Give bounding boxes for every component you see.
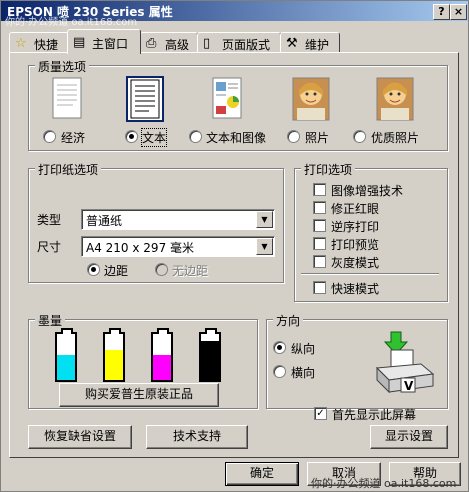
quality-economy-label: 经济	[61, 131, 86, 145]
landscape-radio[interactable]	[273, 365, 286, 378]
quality-group-title: 质量选项	[35, 58, 90, 75]
paper-options-title: 打印纸选项	[35, 161, 102, 178]
tab-shortcut[interactable]: ☆ 快捷	[9, 32, 69, 53]
quality-best-photo-label: 优质照片	[371, 131, 420, 145]
watermark-bottom: 你的·办公频道 oa.it168.com	[311, 477, 457, 490]
printer-portrait-icon: V	[371, 328, 437, 398]
best-photo-icon[interactable]	[375, 76, 415, 122]
star-icon: ☆	[15, 36, 27, 51]
orientation-group: 方向 纵向 横向 V	[266, 312, 448, 409]
fast-mode-label: 快速模式	[331, 282, 380, 296]
quality-text-image-radio[interactable]	[189, 130, 202, 143]
portrait-radio[interactable]	[273, 341, 286, 354]
ink-yellow-icon	[103, 328, 125, 382]
buy-genuine-button[interactable]: 购买爱普生原装正品	[59, 383, 219, 407]
reverse-order-checkbox[interactable]	[313, 219, 326, 232]
text-image-page-icon[interactable]	[207, 76, 247, 122]
reverse-order-label: 逆序打印	[331, 220, 380, 234]
landscape-label: 横向	[291, 366, 316, 380]
fast-mode-checkbox[interactable]	[313, 281, 326, 294]
quality-group: 质量选项 经济 文本 文本和图像 照片 优质照片	[28, 58, 448, 151]
chevron-down-icon[interactable]: ▼	[256, 238, 273, 255]
print-options-group: 打印选项 图像增强技术 修正红眼 逆序打印 打印预览 灰度模式 快速模式	[294, 161, 448, 302]
display-settings-button[interactable]: 显示设置	[370, 425, 448, 449]
main-panel: 质量选项 经济 文本 文本和图像 照片 优质照片 打印纸选项 类型 普通纸 ▼ …	[9, 52, 459, 458]
margin-label: 边距	[104, 264, 129, 278]
paper-options-group: 打印纸选项 类型 普通纸 ▼ 尺寸 A4 210 x 297 毫米 ▼ 边距 无…	[28, 161, 284, 283]
paper-size-label: 尺寸	[37, 240, 62, 254]
ok-button[interactable]: 确定	[225, 462, 299, 486]
ink-black-icon	[199, 328, 221, 382]
print-options-title: 打印选项	[301, 161, 356, 178]
quality-text-image-label: 文本和图像	[206, 131, 267, 145]
portrait-label: 纵向	[291, 342, 316, 356]
margin-radio[interactable]	[87, 263, 100, 276]
image-enhance-label: 图像增强技术	[331, 184, 404, 198]
grayscale-checkbox[interactable]	[313, 255, 326, 268]
print-preview-label: 打印预览	[331, 238, 380, 252]
paper-size-select[interactable]: A4 210 x 297 毫米 ▼	[81, 236, 275, 257]
red-eye-checkbox[interactable]	[313, 201, 326, 214]
photo-icon[interactable]	[291, 76, 331, 122]
tab-maintenance[interactable]: ⚒ 维护	[280, 32, 340, 53]
grayscale-label: 灰度模式	[331, 256, 380, 270]
print-preview-checkbox[interactable]	[313, 237, 326, 250]
chevron-down-icon[interactable]: ▼	[256, 211, 273, 228]
watermark-top: 你的·办公频道 oa.it168.com	[5, 17, 138, 28]
ink-cyan-icon	[55, 328, 77, 382]
restore-defaults-button[interactable]: 恢复缺省设置	[28, 425, 132, 449]
quality-best-photo-radio[interactable]	[353, 130, 366, 143]
divider	[301, 273, 439, 275]
quality-photo-radio[interactable]	[287, 130, 300, 143]
borderless-label: 无边距	[172, 264, 209, 278]
show-first-label: 首先显示此屏幕	[332, 408, 417, 422]
wrench-icon: ⚒	[286, 36, 298, 51]
tab-advanced[interactable]: ⎙ 高级	[140, 32, 198, 53]
show-first-checkbox[interactable]: ✓	[314, 407, 327, 420]
quality-photo-label: 照片	[305, 131, 330, 145]
printer-page-icon: ▤	[73, 35, 86, 50]
quality-text-label: 文本	[140, 128, 168, 147]
text-page-icon[interactable]	[125, 76, 165, 122]
image-enhance-checkbox[interactable]	[313, 183, 326, 196]
printer-icon: ⎙	[146, 36, 157, 51]
tech-support-button[interactable]: 技术支持	[146, 425, 248, 449]
quality-economy-radio[interactable]	[43, 130, 56, 143]
quality-text-radio[interactable]	[125, 130, 138, 143]
ink-levels-title: 墨量	[35, 312, 66, 329]
tab-page-layout[interactable]: ▯ 页面版式	[197, 32, 281, 53]
close-button[interactable]: ×	[450, 4, 467, 20]
economy-page-icon[interactable]	[47, 76, 87, 122]
help-title-button[interactable]: ?	[433, 4, 450, 20]
red-eye-label: 修正红眼	[331, 202, 380, 216]
borderless-radio[interactable]	[155, 263, 168, 276]
ink-magenta-icon	[151, 328, 173, 382]
paper-type-select[interactable]: 普通纸 ▼	[81, 209, 275, 230]
tab-main[interactable]: ▤ 主窗口	[67, 29, 141, 54]
page-icon: ▯	[203, 36, 211, 51]
svg-text:V: V	[404, 379, 414, 393]
properties-dialog: EPSON 喷 230 Series 属性 ? × 你的·办公频道 oa.it1…	[0, 0, 469, 492]
orientation-title: 方向	[273, 312, 304, 329]
paper-type-label: 类型	[37, 213, 62, 227]
ink-levels-group: 墨量 购买爱普生原装正品	[28, 312, 258, 409]
